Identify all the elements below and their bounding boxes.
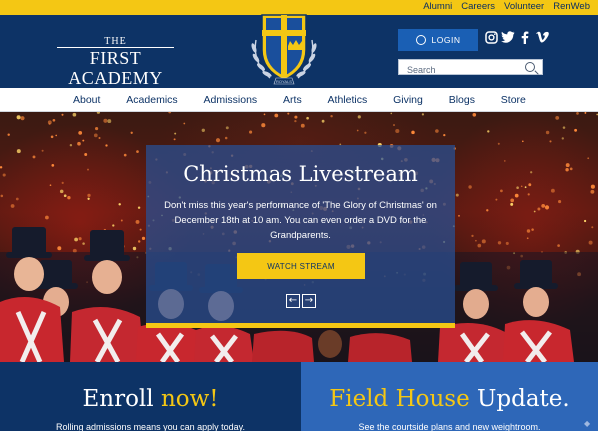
promo-field-house[interactable]: Field House Update. See the courtside pl…: [301, 362, 598, 431]
promo-enroll-title: Enroll now!: [0, 386, 301, 412]
main-nav: About Academics Admissions Arts Athletic…: [0, 88, 598, 112]
nav-item-admissions[interactable]: Admissions: [204, 94, 258, 106]
promo-field-house-title: Field House Update.: [301, 386, 598, 412]
nav-item-giving[interactable]: Giving: [393, 94, 423, 106]
nav-item-academics[interactable]: Academics: [126, 94, 177, 106]
social-links: [484, 30, 549, 44]
twitter-icon[interactable]: [501, 30, 515, 44]
hero-title: Christmas Livestream: [183, 162, 418, 186]
login-button[interactable]: LOGIN: [398, 29, 478, 51]
promo-enroll-subtitle: Rolling admissions means you can apply t…: [56, 422, 245, 431]
logo-line1: THE: [104, 36, 127, 47]
user-icon: [415, 35, 426, 45]
promo-enroll-title-highlight: now!: [160, 386, 219, 412]
utility-link-volunteer[interactable]: Volunteer: [504, 1, 544, 12]
site-header: THE FIRST ACADEMY ROYALS LOGIN Search: [0, 14, 598, 89]
nav-item-blogs[interactable]: Blogs: [449, 94, 475, 106]
watch-stream-button[interactable]: WATCH STREAM: [237, 253, 365, 279]
promo-field-house-title-highlight: Field House: [329, 386, 478, 412]
crest-icon[interactable]: ROYALS: [236, 0, 332, 96]
search-box: [398, 59, 543, 77]
search-icon[interactable]: [525, 62, 535, 72]
vimeo-icon[interactable]: [535, 30, 549, 44]
hero-banner: Christmas Livestream Don't miss this yea…: [0, 112, 598, 362]
nav-item-athletics[interactable]: Athletics: [328, 94, 368, 106]
crest-label: ROYALS: [276, 79, 292, 84]
corner-arrow-icon[interactable]: ◆: [584, 419, 594, 429]
promo-field-house-subtitle: See the courtside plans and new weightro…: [358, 422, 541, 431]
promo-field-house-title-main: Update.: [477, 386, 570, 412]
hero-subtitle: Don't miss this year's performance of 'T…: [164, 200, 437, 241]
promo-enroll-title-main: Enroll: [82, 386, 161, 412]
arrow-left-icon[interactable]: ←: [286, 294, 300, 308]
logo-line2: FIRST ACADEMY: [57, 47, 174, 89]
promo-enroll[interactable]: Enroll now! Rolling admissions means you…: [0, 362, 301, 431]
instagram-icon[interactable]: [484, 30, 498, 44]
hero-card: Christmas Livestream Don't miss this yea…: [146, 145, 455, 328]
utility-links: Alumni Careers Volunteer RenWeb: [423, 1, 590, 12]
search-input[interactable]: [399, 63, 517, 77]
nav-item-about[interactable]: About: [73, 94, 100, 106]
nav-item-store[interactable]: Store: [501, 94, 526, 106]
arrow-right-icon[interactable]: →: [302, 294, 316, 308]
utility-link-alumni[interactable]: Alumni: [423, 1, 452, 12]
site-logo[interactable]: THE FIRST ACADEMY: [57, 37, 174, 89]
nav-item-arts[interactable]: Arts: [283, 94, 302, 106]
utility-link-careers[interactable]: Careers: [461, 1, 495, 12]
login-label: LOGIN: [431, 35, 461, 45]
slider-arrows: ← →: [286, 294, 316, 308]
facebook-icon[interactable]: [518, 30, 532, 44]
utility-link-renweb[interactable]: RenWeb: [553, 1, 590, 12]
hero-accent-bar: [146, 323, 455, 328]
